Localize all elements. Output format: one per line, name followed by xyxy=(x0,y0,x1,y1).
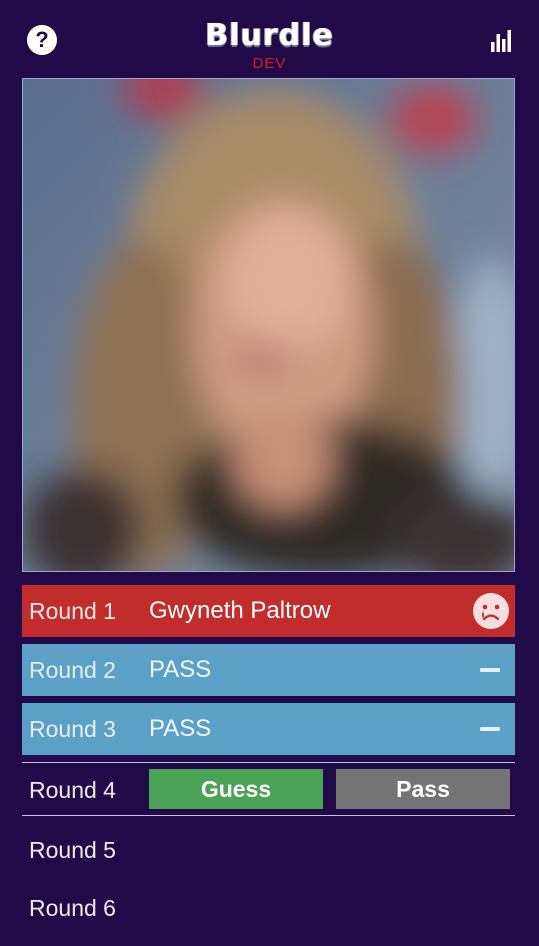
round-6-label: Round 6 xyxy=(29,895,116,921)
round-guess: PASS xyxy=(149,715,212,742)
round-4-label: Round 4 xyxy=(29,777,116,803)
round-guess: PASS xyxy=(149,656,212,683)
logo-dev-tag: DEV xyxy=(252,55,287,72)
round-label: Round 1 xyxy=(29,597,116,624)
guess-button[interactable]: Guess xyxy=(149,769,323,809)
round-3-row: Round 3 PASS xyxy=(22,703,515,755)
blurred-photo xyxy=(22,78,515,572)
divider xyxy=(22,815,515,816)
round-5-label: Round 5 xyxy=(29,837,116,863)
round-1-row: Round 1 Gwyneth Paltrow xyxy=(22,585,515,637)
round-label: Round 3 xyxy=(29,715,116,742)
round-label: Round 2 xyxy=(29,656,116,683)
bar-chart-icon[interactable] xyxy=(490,28,514,52)
app-header: ? Blurdle DEV xyxy=(0,0,539,78)
app-logo: Blurdle xyxy=(205,18,334,53)
dash-icon xyxy=(480,727,500,731)
dash-icon xyxy=(480,668,500,672)
divider xyxy=(22,762,515,763)
sad-face-icon xyxy=(473,593,509,629)
round-guess: Gwyneth Paltrow xyxy=(149,597,331,624)
pass-button[interactable]: Pass xyxy=(336,769,510,809)
round-2-row: Round 2 PASS xyxy=(22,644,515,696)
